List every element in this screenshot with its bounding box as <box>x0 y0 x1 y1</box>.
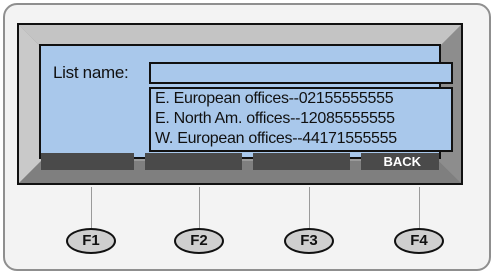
softkey-back[interactable]: BACK <box>361 153 439 170</box>
directory-list[interactable]: E. European offices--02155555555 E. Nort… <box>149 87 453 152</box>
list-item[interactable]: E. North Am. offices--12085555555 <box>155 109 395 129</box>
connector-line <box>309 187 310 228</box>
softkey-2[interactable] <box>145 153 242 170</box>
list-item[interactable]: E. European offices--02155555555 <box>155 89 394 109</box>
f2-button[interactable]: F2 <box>174 228 224 254</box>
connector-line <box>91 187 92 228</box>
f4-button[interactable]: F4 <box>394 228 444 254</box>
lcd-screen: List name: E. European offices--02155555… <box>39 44 453 159</box>
connector-line <box>199 187 200 228</box>
f1-button[interactable]: F1 <box>66 228 116 254</box>
f3-button[interactable]: F3 <box>284 228 334 254</box>
softkey-bar: BACK <box>41 153 439 170</box>
softkey-1[interactable] <box>41 153 134 170</box>
list-name-field[interactable] <box>149 62 453 84</box>
softkey-3[interactable] <box>253 153 350 170</box>
connector-line <box>419 187 420 228</box>
list-name-label: List name: <box>53 63 129 82</box>
bezel-left <box>19 25 41 183</box>
list-item[interactable]: W. European offices--44171555555 <box>155 129 397 149</box>
